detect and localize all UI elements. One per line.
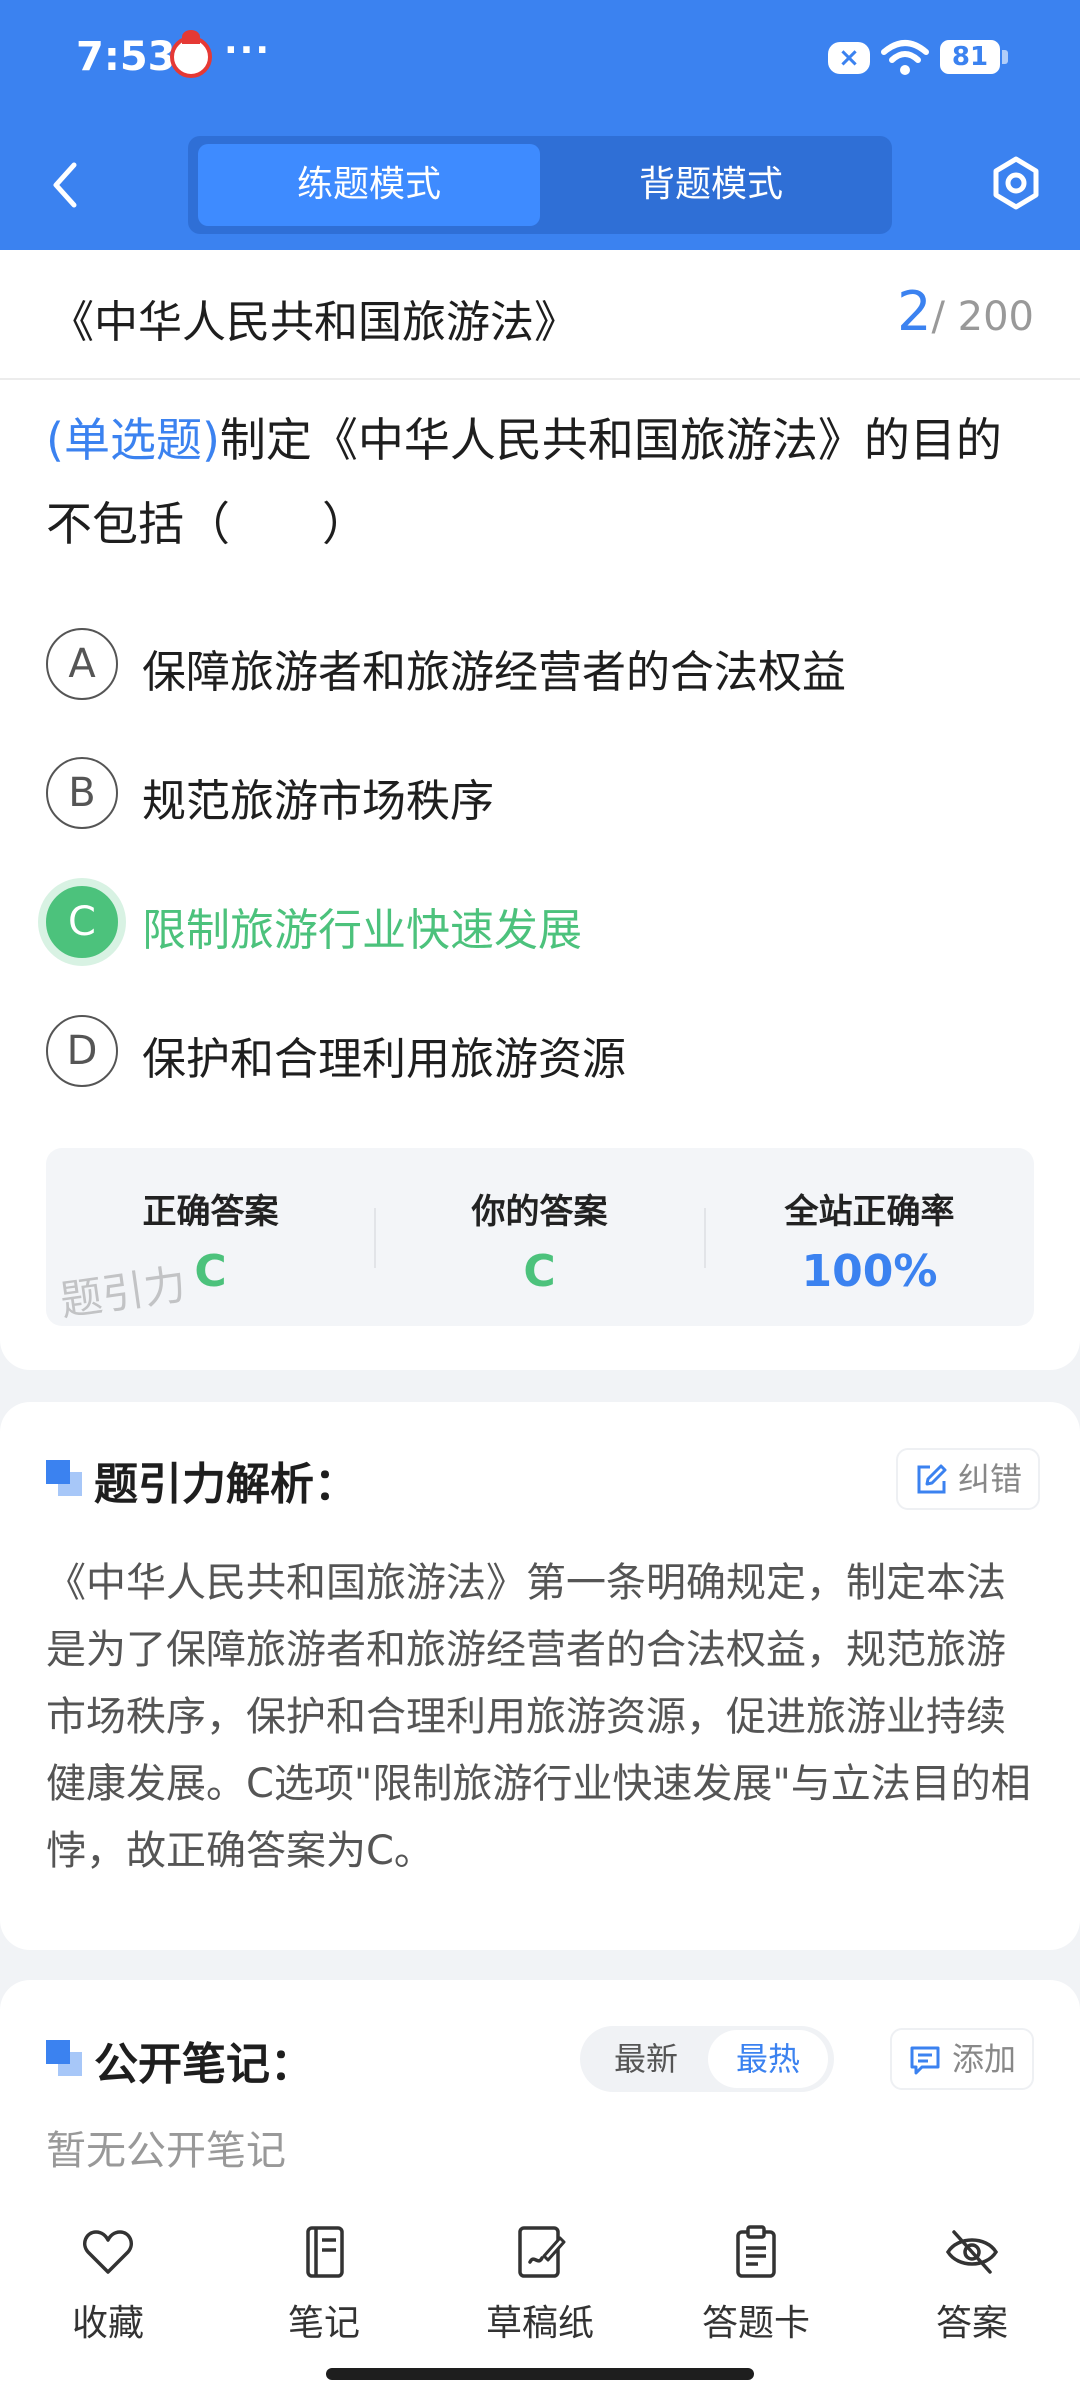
no-notes-text: 暂无公开笔记 xyxy=(46,2128,286,2174)
analysis-text: 《中华人民共和国旅游法》第一条明确规定，制定本法是为了保障旅游者和旅游经营者的合… xyxy=(46,1560,1031,1874)
stat-value: 100% xyxy=(801,1246,938,1297)
draft-icon xyxy=(518,2226,566,2278)
current-question-number: 2 xyxy=(897,280,932,343)
nav-answer-sheet[interactable]: 答题卡 xyxy=(676,2224,836,2364)
header: 7:53 ··· × 81 练题模式 背题模式 xyxy=(0,0,1080,250)
sort-latest[interactable]: 最新 xyxy=(586,2030,706,2088)
answer-stats: 正确答案 C 你的答案 C 全站正确率 100% 题引力 xyxy=(46,1148,1034,1326)
sim-off-icon: × xyxy=(828,42,870,74)
option-letter: B xyxy=(46,757,118,829)
nav-answer[interactable]: 答案 xyxy=(892,2224,1052,2364)
section-icon xyxy=(46,1460,82,1496)
report-error-button[interactable]: 纠错 xyxy=(896,1448,1041,1510)
question-text: (单选题)制定《中华人民共和国旅游法》的目的不包括（ ） xyxy=(46,398,1036,566)
option-text: 保障旅游者和旅游经营者的合法权益 xyxy=(142,647,846,698)
section-icon xyxy=(46,2040,82,2076)
analysis-title: 题引力解析： xyxy=(94,1459,358,1510)
nav-label: 答案 xyxy=(935,2303,1008,2344)
report-error-label: 纠错 xyxy=(958,1460,1023,1498)
stat-label: 正确答案 xyxy=(142,1192,279,1232)
question-type: (单选题) xyxy=(46,413,220,467)
nav-draft[interactable]: 草稿纸 xyxy=(460,2224,620,2364)
heart-icon xyxy=(83,2230,133,2274)
stat-accuracy: 全站正确率 100% xyxy=(705,1148,1034,1326)
nav-label: 答题卡 xyxy=(701,2303,810,2344)
option-letter-correct: C xyxy=(46,886,118,958)
app-notification-icon xyxy=(170,30,212,78)
sort-hottest[interactable]: 最热 xyxy=(708,2030,828,2088)
nav-notes[interactable]: 笔记 xyxy=(244,2224,404,2364)
stat-your-answer: 你的答案 C xyxy=(375,1148,704,1326)
add-note-button[interactable]: 添加 xyxy=(890,2028,1035,2090)
option-a[interactable]: A 保障旅游者和旅游经营者的合法权益 xyxy=(46,620,1026,710)
analysis-card: 题引力解析： 纠错 《中华人民共和国旅游法》第一条明确规定，制定本法是为了保障旅… xyxy=(0,1402,1080,1950)
option-letter: D xyxy=(46,1015,118,1087)
notebook-icon xyxy=(306,2226,344,2278)
question-card: 《中华人民共和国旅游法》 2/ 200 (单选题)制定《中华人民共和国旅游法》的… xyxy=(0,250,1080,1370)
wifi-icon xyxy=(881,40,929,75)
option-text: 规范旅游市场秩序 xyxy=(142,776,494,827)
nav-label: 收藏 xyxy=(71,2303,144,2344)
option-b[interactable]: B 规范旅游市场秩序 xyxy=(46,749,1026,839)
eye-off-icon xyxy=(945,2230,999,2274)
question-source-row: 《中华人民共和国旅游法》 2/ 200 xyxy=(0,250,1080,380)
stat-label: 全站正确率 xyxy=(784,1192,955,1232)
notes-title: 公开笔记： xyxy=(94,2039,314,2090)
edit-icon xyxy=(917,1464,947,1494)
option-text: 保护和合理利用旅游资源 xyxy=(142,1034,626,1085)
add-note-label: 添加 xyxy=(952,2040,1017,2078)
option-d[interactable]: D 保护和合理利用旅游资源 xyxy=(46,1007,1026,1097)
option-c[interactable]: C 限制旅游行业快速发展 xyxy=(46,878,1026,968)
stat-label: 你的答案 xyxy=(471,1192,608,1232)
nav-label: 草稿纸 xyxy=(485,2303,594,2344)
total-questions: / 200 xyxy=(931,294,1034,340)
option-letter: A xyxy=(46,628,118,700)
home-indicator[interactable] xyxy=(326,2368,754,2380)
status-time: 7:53 xyxy=(76,34,176,80)
nav-favorite[interactable]: 收藏 xyxy=(28,2224,188,2364)
nav-label: 笔记 xyxy=(287,2303,360,2344)
more-notifications-icon: ··· xyxy=(224,30,272,71)
notes-sort-toggle: 最新 最热 xyxy=(580,2026,834,2092)
comment-icon xyxy=(910,2046,940,2075)
back-button[interactable] xyxy=(40,155,90,215)
question-counter[interactable]: 2/ 200 xyxy=(897,280,1034,343)
answer-sheet-icon xyxy=(736,2225,776,2278)
battery-icon: 81 xyxy=(940,40,1008,74)
question-source: 《中华人民共和国旅游法》 xyxy=(50,297,578,348)
tab-practice-mode[interactable]: 练题模式 xyxy=(198,144,540,226)
mode-switch: 练题模式 背题模式 xyxy=(188,136,892,234)
tab-memorize-mode[interactable]: 背题模式 xyxy=(540,144,882,226)
option-text-correct: 限制旅游行业快速发展 xyxy=(142,905,582,956)
settings-icon[interactable] xyxy=(988,155,1044,211)
status-bar: 7:53 ··· × 81 xyxy=(0,0,1080,120)
stat-value: C xyxy=(523,1246,556,1297)
